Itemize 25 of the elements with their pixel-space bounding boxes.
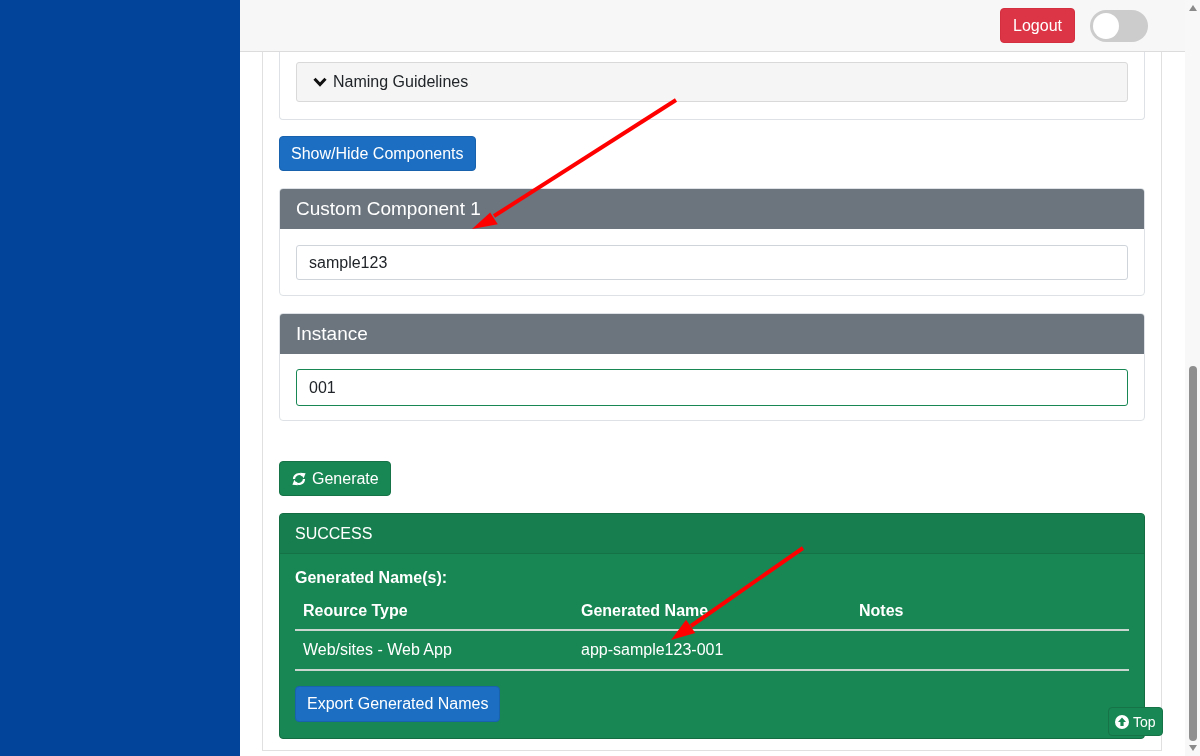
card-header: SUCCESS bbox=[280, 514, 1144, 554]
text-input[interactable]: 001 bbox=[296, 369, 1128, 406]
column-header: Generated Name bbox=[581, 602, 709, 619]
column-header: Reource Type bbox=[303, 602, 408, 619]
card-header: Custom Component 1 bbox=[280, 189, 1144, 229]
scrollbar[interactable] bbox=[1185, 0, 1200, 756]
scrollbar-thumb[interactable] bbox=[1188, 366, 1197, 741]
arrow-up-circle-icon bbox=[1115, 714, 1129, 729]
text-input[interactable]: sample123 bbox=[296, 245, 1128, 280]
scroll-up-icon[interactable] bbox=[1188, 5, 1197, 11]
guidelines-toggle[interactable]: Naming Guidelines bbox=[296, 62, 1128, 102]
result-heading: Generated Name(s): bbox=[295, 568, 449, 588]
table-cell: app-sample123-001 bbox=[581, 641, 724, 658]
column-header: Notes bbox=[859, 602, 904, 619]
show-hide-components-button[interactable]: Show/Hide Components bbox=[279, 136, 476, 171]
toggle-switch[interactable] bbox=[1090, 9, 1148, 42]
card-header: Instance bbox=[280, 314, 1144, 354]
logout-button[interactable]: Logout bbox=[1000, 8, 1075, 43]
scroll-down-icon[interactable] bbox=[1188, 745, 1197, 751]
refresh-icon bbox=[291, 471, 307, 486]
table-cell: Web/sites - Web App bbox=[303, 641, 452, 658]
generate-button[interactable]: Generate bbox=[279, 461, 391, 496]
back-to-top-button[interactable]: Top bbox=[1108, 707, 1163, 736]
export-button[interactable]: Export Generated Names bbox=[295, 686, 501, 722]
chevron-icon bbox=[313, 77, 327, 87]
